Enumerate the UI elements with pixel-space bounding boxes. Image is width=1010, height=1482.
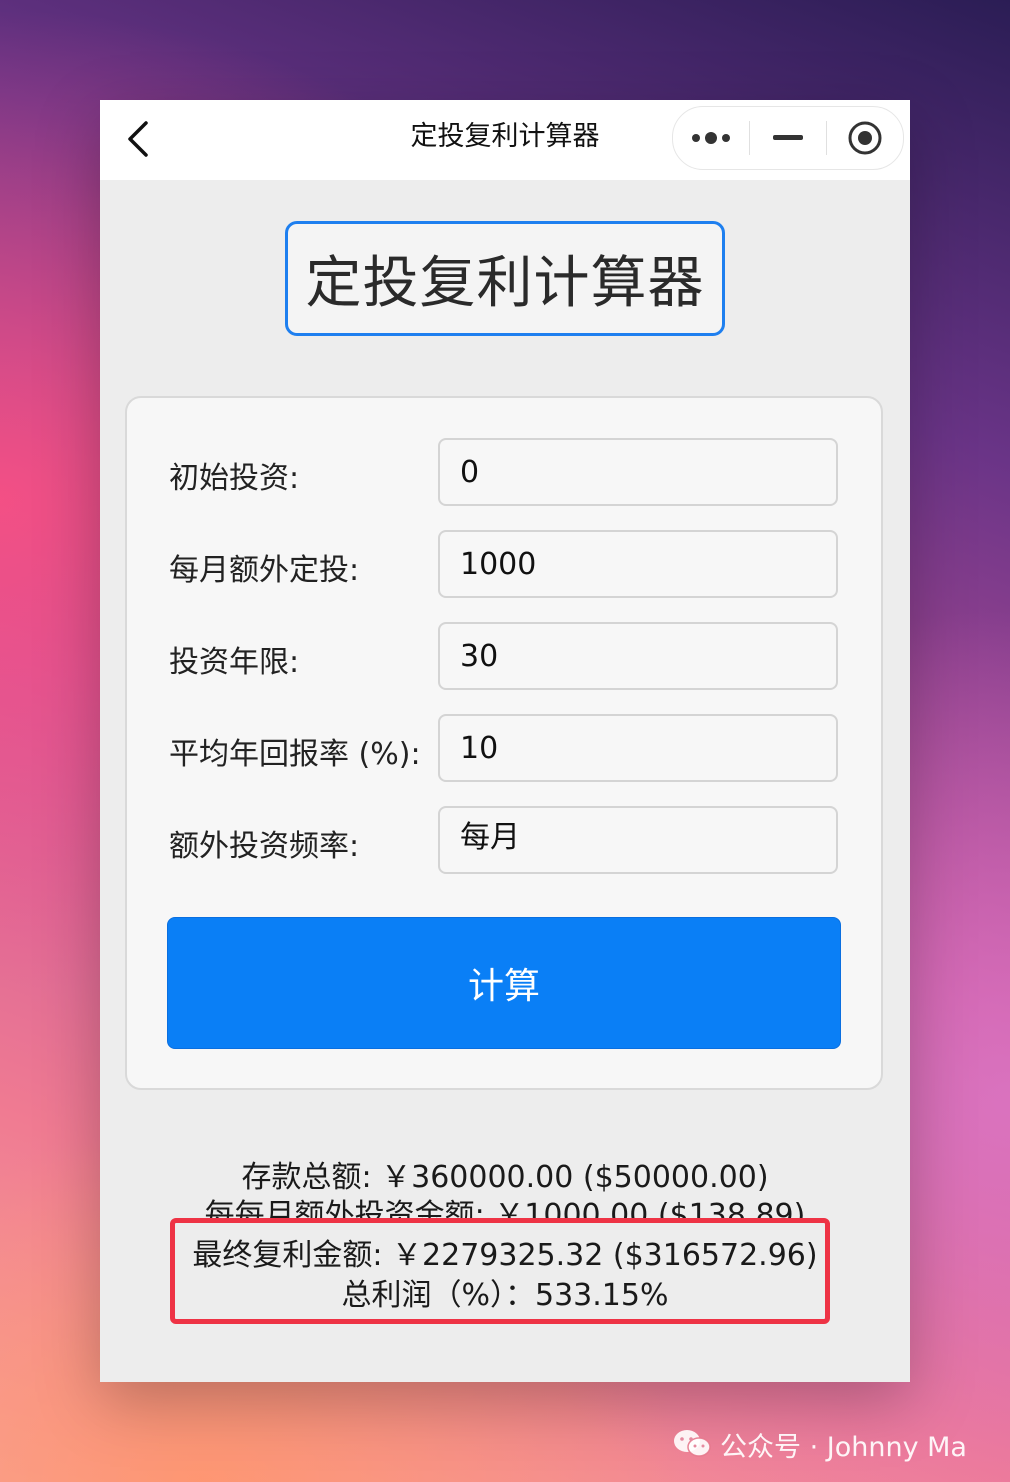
minimize-button[interactable]	[750, 107, 826, 169]
wechat-icon	[672, 1428, 712, 1460]
monthly-extra-text: 每每月额外投资金额: ￥1000.00 ($138.89)	[204, 1198, 806, 1218]
mini-program-window: 定投复利计算器 定投复利计算器 初始投资: 0 每月额外定投: 1000 投资年…	[100, 100, 910, 1382]
chevron-left-icon	[128, 121, 148, 157]
annual-return-label: 平均年回报率 (%):	[169, 737, 421, 772]
more-dots-icon	[692, 132, 730, 144]
calculate-button[interactable]: 计算	[167, 917, 841, 1049]
calculator-form: 初始投资: 每月额外定投: 投资年限: 平均年回报率 (%): 额外投资频率: …	[125, 396, 883, 1090]
investment-years-input[interactable]	[438, 622, 838, 690]
page-heading: 定投复利计算器	[285, 221, 725, 336]
watermark-text: 公众号 · Johnny Ma	[720, 1431, 967, 1463]
monthly-contribution-input[interactable]	[438, 530, 838, 598]
contribution-frequency-select[interactable]: 每月	[438, 806, 838, 874]
title-bar: 定投复利计算器	[100, 100, 910, 180]
close-button[interactable]	[827, 107, 903, 169]
back-button[interactable]	[114, 114, 164, 164]
initial-investment-label: 初始投资:	[169, 461, 300, 496]
watermark: 公众号 · Johnny Ma	[672, 1424, 967, 1464]
contribution-frequency-label: 额外投资频率:	[169, 829, 360, 864]
monthly-contribution-label: 每月额外定投:	[169, 553, 360, 588]
highlight-box	[170, 1218, 830, 1324]
contribution-frequency-value: 每月	[460, 820, 520, 855]
investment-years-label: 投资年限:	[169, 645, 300, 680]
capsule-menu	[672, 106, 904, 170]
initial-investment-input[interactable]	[438, 438, 838, 506]
more-button[interactable]	[673, 107, 749, 169]
annual-return-input[interactable]	[438, 714, 838, 782]
minus-icon	[773, 135, 803, 140]
target-circle-icon	[848, 121, 882, 155]
